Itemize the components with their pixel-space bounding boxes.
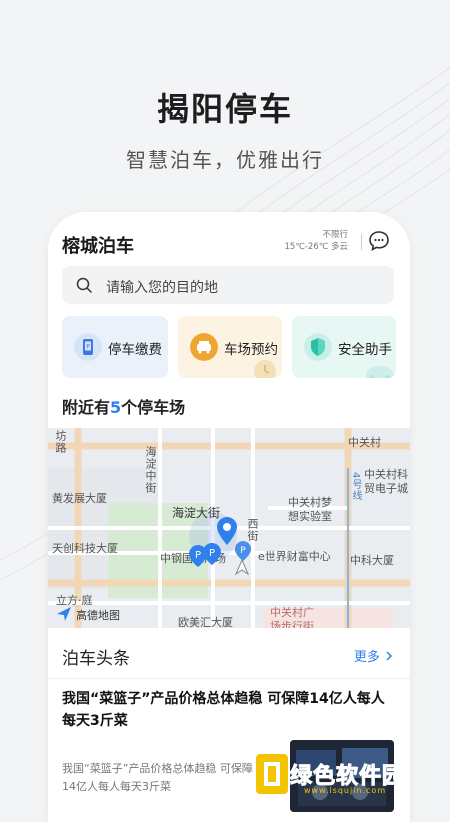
- news-article-snippet[interactable]: 我国“菜篮子”产品价格总体趋稳 可保障14亿人每人每天3斤菜: [62, 760, 262, 796]
- divider: [48, 678, 410, 679]
- news-section-title: 泊车头条: [62, 649, 130, 669]
- more-news-link[interactable]: 更多: [354, 646, 394, 665]
- service-label: 停车缴费: [108, 342, 162, 358]
- search-bar[interactable]: 请输入您的目的地: [62, 266, 394, 304]
- map-label: 欧美汇大厦: [178, 616, 233, 628]
- map-label: 天创科技大厦: [52, 542, 118, 555]
- service-parking-payment[interactable]: P 停车缴费: [62, 316, 168, 378]
- app-name: 榕城泊车: [62, 236, 134, 257]
- search-icon: [76, 277, 92, 293]
- clock-icon: [254, 360, 276, 378]
- car-reserve-icon: [190, 333, 218, 361]
- amap-logo-icon: [57, 607, 71, 621]
- phone-pay-icon: P: [74, 333, 102, 361]
- map-label: 贸电子城: [364, 482, 408, 495]
- map-label: 场步行街: [270, 620, 314, 628]
- temperature: 15℃-26℃ 多云: [284, 242, 349, 252]
- phone-preview: 榕城泊车 不限行 15℃-26℃ 多云 请输入您的目的地 P 停车缴费 车场预约…: [48, 212, 410, 822]
- map-label: 海淀大街: [172, 506, 221, 520]
- parking-count: 5: [110, 398, 122, 417]
- weather-info: 不限行 15℃-26℃ 多云: [285, 229, 349, 253]
- nearby-parking-count: 附近有5个停车场: [62, 398, 186, 417]
- map-label: 中科大厦: [350, 554, 394, 567]
- page-subtitle: 智慧泊车，优雅出行: [126, 148, 324, 172]
- map-label: 想实验室: [288, 510, 332, 523]
- map-label: 黄发展大厦: [52, 492, 107, 505]
- map-label: 西街: [246, 518, 259, 542]
- metro-line-label: 4号线: [350, 472, 361, 502]
- navigation-arrow-icon: [234, 558, 250, 576]
- map-label: 中关村: [348, 436, 381, 449]
- svg-text:P: P: [209, 548, 215, 559]
- page-title: 揭阳停车: [156, 90, 293, 128]
- service-label: 安全助手: [338, 342, 392, 358]
- svg-text:P: P: [240, 546, 246, 556]
- parking-map[interactable]: 坊路 中关村 海淀中街 中关村科 贸电子城 黄发展大厦 中关村梦 想实验室 4号…: [48, 428, 410, 628]
- traffic-restriction: 不限行: [322, 230, 348, 240]
- car-illustration-icon: [366, 366, 394, 378]
- watermark-url: www.lsqujin.com: [304, 786, 387, 795]
- service-parking-reservation[interactable]: 车场预约: [178, 316, 282, 378]
- svg-text:P: P: [195, 550, 201, 561]
- parking-marker-icon[interactable]: P: [202, 542, 222, 566]
- shield-icon: [304, 333, 332, 361]
- search-placeholder: 请输入您的目的地: [106, 280, 218, 296]
- map-label: 坊路: [54, 430, 67, 454]
- chevron-right-icon: [386, 651, 393, 661]
- header-divider: [361, 234, 362, 250]
- service-safety-assistant[interactable]: 安全助手: [292, 316, 396, 378]
- svg-text:P: P: [86, 344, 90, 351]
- map-provider-name: 高德地图: [76, 609, 120, 622]
- map-label: 海淀中街: [144, 446, 157, 494]
- chat-bubble-icon[interactable]: [368, 230, 390, 252]
- news-article-title[interactable]: 我国“菜篮子”产品价格总体趋稳 可保障14亿人每人每天3斤菜: [62, 688, 396, 732]
- map-label: e世界财富中心: [258, 550, 331, 563]
- service-label: 车场预约: [224, 342, 278, 358]
